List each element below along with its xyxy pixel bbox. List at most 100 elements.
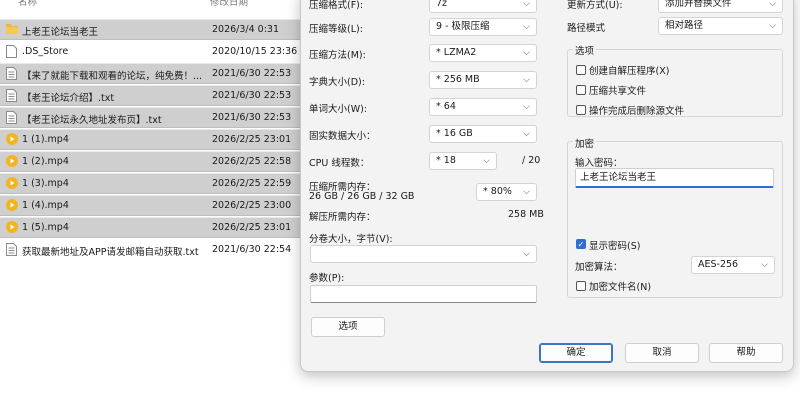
threads-total: / 20 <box>522 155 541 166</box>
file-icon <box>6 45 18 59</box>
memory-percent-select[interactable]: * 80% ⌵ <box>476 183 537 201</box>
threads-select[interactable]: * 18 ⌵ <box>429 152 497 170</box>
file-name: 1 (3).mp4 <box>22 178 69 189</box>
password-value: 上老王论坛当老王 <box>580 172 657 183</box>
video-file-icon <box>6 221 18 235</box>
params-input[interactable] <box>310 285 537 303</box>
word-value: * 64 <box>436 101 456 112</box>
dict-label: 字典大小(D): <box>309 77 365 88</box>
file-date: 2021/6/30 22:54 <box>212 244 292 255</box>
text-file-icon <box>6 89 18 103</box>
file-row[interactable]: 1 (5).mp4 2026/2/25 23:01 <box>0 217 300 238</box>
method-select[interactable]: * LZMA2 ⌵ <box>429 44 537 62</box>
file-date: 2026/2/25 23:01 <box>212 134 292 145</box>
password-label: 输入密码： <box>575 158 623 169</box>
file-name: 上老王论坛当老王 <box>22 27 99 38</box>
video-file-icon <box>6 133 18 147</box>
chevron-down-icon: ⌵ <box>523 187 530 197</box>
file-name: 1 (2).mp4 <box>22 156 69 167</box>
chevron-down-icon: ⌵ <box>769 21 776 31</box>
chevron-down-icon: ⌵ <box>769 0 776 9</box>
level-value: 9 - 极限压缩 <box>436 21 490 32</box>
encryption-method-value: AES-256 <box>698 259 739 270</box>
file-row[interactable]: 1 (1).mp4 2026/2/25 23:01 <box>0 129 300 150</box>
file-date: 2020/10/15 23:36 <box>212 46 298 57</box>
method-label: 压缩方法(M): <box>309 50 366 61</box>
chevron-down-icon: ⌵ <box>523 129 530 139</box>
path-mode-label: 路径模式 <box>567 23 606 34</box>
file-name: 1 (1).mp4 <box>22 134 69 145</box>
password-input[interactable]: 上老王论坛当老王 <box>575 168 774 188</box>
text-file-icon <box>6 111 18 125</box>
file-row[interactable]: 1 (4).mp4 2026/2/25 23:00 <box>0 195 300 216</box>
shared-files-label[interactable]: 压缩共享文件 <box>589 83 646 97</box>
chevron-down-icon: ⌵ <box>523 22 530 32</box>
word-select[interactable]: * 64 ⌵ <box>429 98 537 116</box>
video-file-icon <box>6 199 18 213</box>
encrypt-names-checkbox[interactable] <box>576 281 586 291</box>
folder-icon <box>6 23 18 37</box>
file-row[interactable]: 1 (2).mp4 2026/2/25 22:58 <box>0 151 300 172</box>
column-headers: 名称 修改日期 <box>0 0 300 10</box>
encrypt-names-label[interactable]: 加密文件名(N) <box>589 279 651 293</box>
cancel-button[interactable]: 取消 <box>625 343 699 363</box>
file-row[interactable]: 获取最新地址及APP请发邮箱自动获取.txt 2021/6/30 22:54 <box>0 239 300 260</box>
encryption-group-title: 加密 <box>573 136 597 150</box>
format-label: 压缩格式(F): <box>309 0 364 11</box>
file-row[interactable]: 上老王论坛当老王 2026/3/4 0:31 <box>0 19 300 40</box>
file-list: 名称 修改日期 上老王论坛当老王 2026/3/4 0:31 .DS_Store 20… <box>0 0 300 400</box>
file-row[interactable]: 【来了就能下载和观看的论坛，纯免费！... 2021/6/30 22:53 <box>0 63 300 84</box>
file-date: 2026/3/4 0:31 <box>212 24 280 35</box>
level-select[interactable]: 9 - 极限压缩 ⌵ <box>429 18 537 36</box>
file-row[interactable]: 1 (3).mp4 2026/2/25 22:59 <box>0 173 300 194</box>
file-row[interactable]: .DS_Store 2020/10/15 23:36 <box>0 41 300 62</box>
encryption-method-select[interactable]: AES-256 ⌵ <box>691 256 775 274</box>
ok-button[interactable]: 确定 <box>539 343 613 363</box>
dict-select[interactable]: * 256 MB ⌵ <box>429 71 537 89</box>
chevron-down-icon: ⌵ <box>523 48 530 58</box>
sfx-checkbox[interactable] <box>576 65 586 75</box>
options-group-title: 选项 <box>573 43 597 57</box>
file-date: 2026/2/25 22:59 <box>212 178 292 189</box>
file-row[interactable]: 【老王论坛介绍】.txt 2021/6/30 22:53 <box>0 85 300 106</box>
show-password-label[interactable]: 显示密码(S) <box>589 238 640 252</box>
chevron-down-icon: ⌵ <box>761 260 768 270</box>
path-mode-value: 相对路径 <box>665 20 704 31</box>
file-date: 2026/2/25 23:01 <box>212 222 292 233</box>
threads-value: * 18 <box>436 155 456 166</box>
file-date: 2026/2/25 22:58 <box>212 156 292 167</box>
column-header-name[interactable]: 名称 <box>18 0 37 8</box>
format-select[interactable]: 7z ⌵ <box>429 0 537 13</box>
file-name: 获取最新地址及APP请发邮箱自动获取.txt <box>22 247 199 258</box>
solid-select[interactable]: * 16 GB ⌵ <box>429 125 537 143</box>
chevron-down-icon: ⌵ <box>523 249 530 259</box>
column-header-date[interactable]: 修改日期 <box>210 0 248 8</box>
file-row[interactable]: 【老王论坛永久地址发布页】.txt 2021/6/30 22:53 <box>0 107 300 128</box>
show-password-checkbox[interactable]: ✓ <box>576 239 586 249</box>
file-date: 2021/6/30 22:53 <box>212 112 292 123</box>
file-name: 【来了就能下载和观看的论坛，纯免费！... <box>22 71 203 82</box>
sfx-label[interactable]: 创建自解压程序(X) <box>589 63 669 77</box>
delete-after-checkbox[interactable] <box>576 105 586 115</box>
solid-value: * 16 GB <box>436 128 473 139</box>
text-file-icon <box>6 67 18 81</box>
shared-files-checkbox[interactable] <box>576 85 586 95</box>
volume-select[interactable]: ⌵ <box>310 245 537 263</box>
video-file-icon <box>6 155 18 169</box>
memory-detail: 26 GB / 26 GB / 32 GB <box>309 191 415 202</box>
chevron-down-icon: ⌵ <box>483 156 490 166</box>
options-button[interactable]: 选项 <box>311 317 385 337</box>
update-mode-value: 添加并替换文件 <box>665 0 732 9</box>
file-name: 【老王论坛介绍】.txt <box>22 93 115 104</box>
help-button[interactable]: 帮助 <box>709 343 783 363</box>
update-mode-select[interactable]: 添加并替换文件 ⌵ <box>658 0 783 13</box>
params-label: 参数(P): <box>309 273 345 284</box>
file-name: .DS_Store <box>22 46 69 57</box>
path-mode-select[interactable]: 相对路径 ⌵ <box>658 17 783 35</box>
volume-label: 分卷大小，字节(V): <box>309 234 393 245</box>
file-date: 2021/6/30 22:53 <box>212 90 292 101</box>
delete-after-label[interactable]: 操作完成后删除源文件 <box>589 103 684 117</box>
decompress-memory-value: 258 MB <box>508 209 544 220</box>
update-mode-label: 更新方式(U): <box>567 0 623 11</box>
solid-label: 固实数据大小： <box>309 131 376 142</box>
